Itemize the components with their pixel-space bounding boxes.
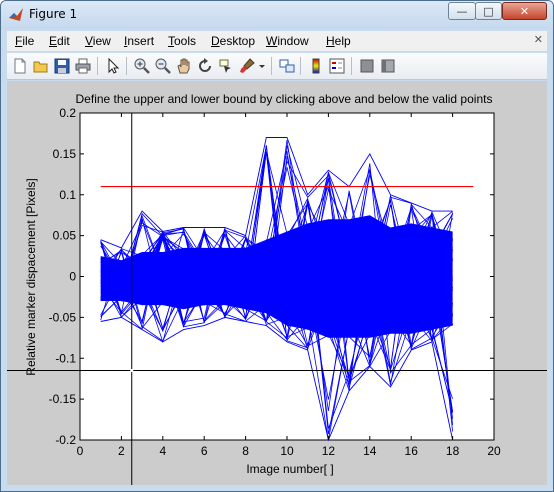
figure-window: Figure 1 — □ ✕ File Edit View Insert Too… <box>0 0 554 492</box>
menu-insert[interactable]: Insert <box>124 34 154 48</box>
zoom-out-icon[interactable] <box>154 57 172 75</box>
brush-dropdown-icon[interactable] <box>257 57 267 75</box>
menu-file[interactable]: File <box>15 34 34 48</box>
y-tick-label: 0.1 <box>59 188 76 202</box>
colorbar-icon[interactable] <box>307 57 325 75</box>
x-tick-label: 16 <box>405 444 419 458</box>
hide-plot-tools-icon[interactable] <box>358 57 376 75</box>
x-tick-label: 12 <box>322 444 336 458</box>
pan-hand-icon[interactable] <box>175 57 193 75</box>
plot-svg[interactable]: Define the upper and lower bound by clic… <box>7 81 547 485</box>
y-tick-label: -0.2 <box>55 433 76 447</box>
data-cursor-icon[interactable] <box>217 57 235 75</box>
menu-desktop[interactable]: Desktop <box>211 34 255 48</box>
rotate-3d-icon[interactable] <box>196 57 214 75</box>
minimize-button[interactable]: — <box>448 2 476 20</box>
crosshair-center <box>130 369 134 373</box>
matlab-icon <box>9 8 23 21</box>
edit-plot-arrow-icon[interactable] <box>104 57 122 75</box>
toolbar <box>7 53 547 80</box>
x-tick-label: 10 <box>280 444 294 458</box>
toolbar-separator <box>126 57 127 75</box>
x-tick-label: 14 <box>363 444 377 458</box>
chart-title: Define the upper and lower bound by clic… <box>76 92 493 106</box>
window-title: Figure 1 <box>29 7 78 21</box>
y-tick-label: 0.05 <box>53 229 77 243</box>
y-tick-label: 0.2 <box>59 106 76 120</box>
y-tick-label: 0 <box>69 270 76 284</box>
x-tick-label: 4 <box>159 444 166 458</box>
x-axis-label: Image number[ ] <box>246 462 333 476</box>
x-tick-label: 6 <box>201 444 208 458</box>
menu-view[interactable]: View <box>85 34 111 48</box>
toolbar-separator <box>97 57 98 75</box>
new-file-icon[interactable] <box>11 57 29 75</box>
menu-close-icon[interactable]: ✕ <box>534 33 543 46</box>
open-file-icon[interactable] <box>32 57 50 75</box>
x-tick-label: 18 <box>446 444 460 458</box>
legend-icon[interactable] <box>328 57 346 75</box>
x-tick-label: 8 <box>242 444 249 458</box>
y-axis-label: Relative marker dispacement [Pixels] <box>24 178 38 375</box>
toolbar-separator <box>300 57 301 75</box>
menu-window[interactable]: Window <box>266 34 309 48</box>
link-plot-icon[interactable] <box>278 57 296 75</box>
toolbar-separator <box>271 57 272 75</box>
x-tick-label: 0 <box>77 444 84 458</box>
show-plot-tools-icon[interactable] <box>379 57 397 75</box>
close-button[interactable]: ✕ <box>502 2 547 20</box>
y-tick-label: -0.1 <box>55 351 76 365</box>
title-bar[interactable]: Figure 1 — □ ✕ <box>1 1 553 29</box>
x-tick-label: 20 <box>487 444 501 458</box>
menu-edit[interactable]: Edit <box>49 34 70 48</box>
print-icon[interactable] <box>74 57 92 75</box>
menu-help[interactable]: Help <box>326 34 351 48</box>
zoom-in-icon[interactable] <box>133 57 151 75</box>
brush-icon[interactable] <box>238 57 256 75</box>
toolbar-separator <box>351 57 352 75</box>
menu-bar: File Edit View Insert Tools Desktop Wind… <box>7 31 547 51</box>
menu-tools[interactable]: Tools <box>168 34 196 48</box>
maximize-button[interactable]: □ <box>475 2 502 20</box>
y-tick-label: -0.15 <box>49 392 77 406</box>
figure-canvas[interactable]: Define the upper and lower bound by clic… <box>7 81 547 485</box>
y-tick-label: -0.05 <box>49 310 77 324</box>
save-icon[interactable] <box>53 57 71 75</box>
y-tick-label: 0.15 <box>53 147 77 161</box>
x-tick-label: 2 <box>118 444 125 458</box>
